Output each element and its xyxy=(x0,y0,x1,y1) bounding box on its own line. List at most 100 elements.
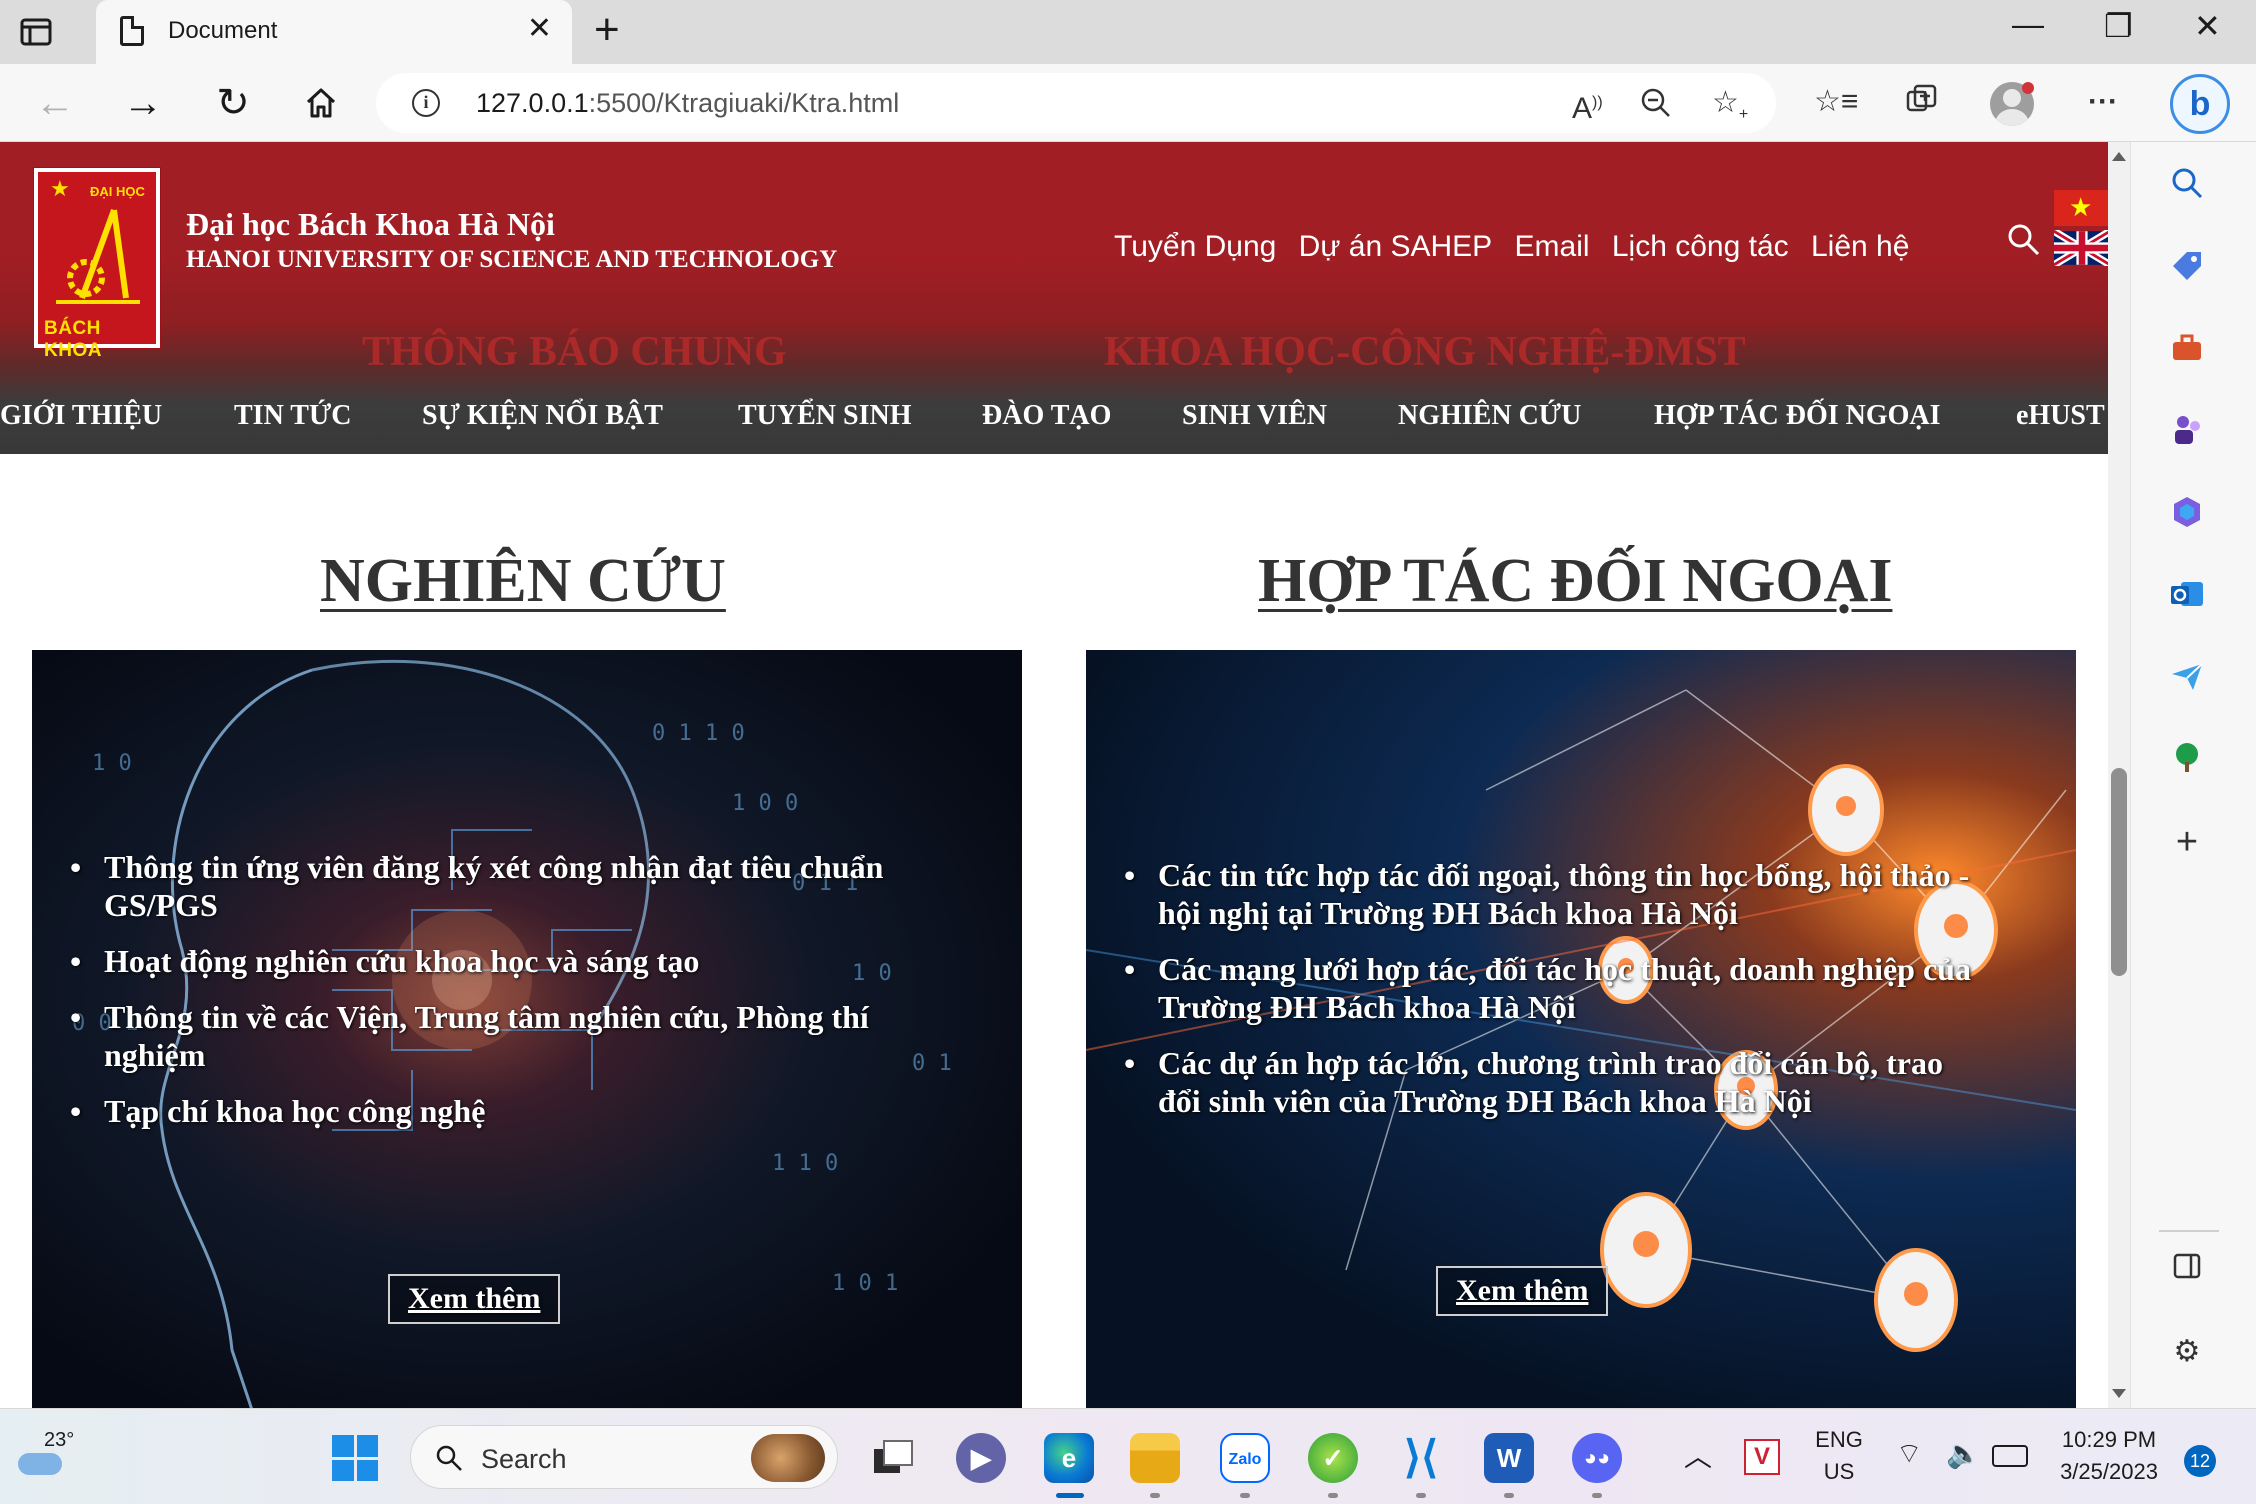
site-header: ★ ĐẠI HỌC BÁCH KHOA Đại học Bách Khoa Hà… xyxy=(0,142,2108,454)
nav-item-research[interactable]: NGHIÊN CỨU xyxy=(1398,400,1581,432)
list-item[interactable]: Các tin tức hợp tác đối ngoại, thông tin… xyxy=(1124,856,1978,932)
favorites-icon[interactable]: ☆≡ xyxy=(1814,82,1858,122)
shopping-tag-icon[interactable] xyxy=(2167,248,2207,288)
tab-actions-icon[interactable] xyxy=(18,14,82,50)
clock-date[interactable]: 3/25/2023 xyxy=(2054,1459,2164,1485)
hide-sidebar-icon[interactable] xyxy=(2167,1250,2207,1290)
nav-link-science-tech[interactable]: KHOA HỌC-CÔNG NGHỆ-ĐMST xyxy=(1104,328,1746,376)
document-icon xyxy=(120,16,144,46)
games-icon[interactable] xyxy=(2167,412,2207,452)
back-button[interactable]: ← xyxy=(30,78,80,128)
tools-icon[interactable] xyxy=(2167,330,2207,370)
app-running-indicator xyxy=(1592,1493,1602,1498)
language-code[interactable]: ENG xyxy=(1814,1427,1864,1453)
outlook-icon[interactable] xyxy=(2167,576,2207,616)
refresh-button[interactable]: ↻ xyxy=(208,78,258,128)
url-input[interactable]: i 127.0.0.1:5500/Ktragiuaki/Ktra.html A)… xyxy=(376,73,1776,133)
nav-item-events[interactable]: SỰ KIỆN NỔI BẬT xyxy=(422,400,663,432)
send-icon[interactable] xyxy=(2167,658,2207,698)
top-link-contact[interactable]: Liên hệ xyxy=(1811,230,1909,263)
add-sidebar-app-icon[interactable]: + xyxy=(2167,822,2207,862)
nav-item-ehust[interactable]: eHUST xyxy=(2016,400,2105,432)
vietnam-flag-icon[interactable]: ★ xyxy=(2054,190,2108,226)
battery-icon[interactable] xyxy=(1992,1445,2028,1467)
zoom-out-icon[interactable] xyxy=(1640,87,1672,126)
tray-overflow-icon[interactable]: ︿ xyxy=(1684,1435,1712,1475)
forward-button[interactable]: → xyxy=(118,78,168,128)
add-favorite-icon[interactable]: ☆+ xyxy=(1712,87,1748,131)
unikey-icon[interactable]: V xyxy=(1744,1439,1780,1475)
section-title-international[interactable]: HỢP TÁC ĐỐI NGOẠI xyxy=(1258,546,1892,617)
restore-button[interactable]: ❐ xyxy=(2104,10,2133,42)
nav-item-news[interactable]: TIN TỨC xyxy=(234,400,351,432)
search-icon[interactable] xyxy=(2167,166,2207,206)
address-bar: ← → ↻ i 127.0.0.1:5500/Ktragiuaki/Ktra.h… xyxy=(0,64,2256,142)
university-logo[interactable]: ★ ĐẠI HỌC BÁCH KHOA xyxy=(33,167,161,361)
minimize-button[interactable]: — xyxy=(2012,8,2044,40)
scroll-down-icon[interactable] xyxy=(2112,1389,2126,1398)
browser-tab[interactable]: Document ✕ xyxy=(96,0,572,64)
read-aloud-icon[interactable]: A)) xyxy=(1572,87,1603,125)
scrollbar-thumb[interactable] xyxy=(2111,768,2127,976)
international-more-button[interactable]: Xem thêm xyxy=(1436,1266,1609,1316)
nav-item-international[interactable]: HỢP TÁC ĐỐI NGOẠI xyxy=(1654,400,1941,432)
collections-icon[interactable] xyxy=(1904,82,1940,129)
top-link-calendar[interactable]: Lịch công tác xyxy=(1612,230,1789,263)
weather-widget[interactable]: 23° xyxy=(10,1427,74,1487)
nav-link-announcements[interactable]: THÔNG BÁO CHUNG xyxy=(362,328,787,376)
app-running-indicator xyxy=(1150,1493,1160,1498)
nav-item-students[interactable]: SINH VIÊN xyxy=(1182,400,1327,432)
microsoft-365-icon[interactable] xyxy=(2167,494,2207,534)
nav-item-about[interactable]: GIỚI THIỆU xyxy=(0,400,162,432)
list-item[interactable]: Các mạng lưới hợp tác, đối tác học thuật… xyxy=(1124,950,1978,1026)
volume-icon[interactable]: 🔈 xyxy=(1946,1437,1981,1470)
page-scrollbar[interactable] xyxy=(2108,142,2130,1408)
discord-icon[interactable]: ◕◕ xyxy=(1572,1433,1622,1483)
list-item[interactable]: Các dự án hợp tác lớn, chương trình trao… xyxy=(1124,1044,1978,1120)
research-more-button[interactable]: Xem thêm xyxy=(388,1274,561,1324)
close-window-button[interactable]: ✕ xyxy=(2194,10,2221,42)
home-button[interactable] xyxy=(296,78,346,128)
international-card: Các tin tức hợp tác đối ngoại, thông tin… xyxy=(1086,650,2076,1408)
taskbar-search-box[interactable]: Search xyxy=(410,1425,838,1489)
scroll-up-icon[interactable] xyxy=(2112,152,2126,161)
list-item[interactable]: Hoạt động nghiên cứu khoa học và sáng tạ… xyxy=(70,942,924,980)
top-links: Tuyển Dụng Dự án SAHEP Email Lịch công t… xyxy=(1114,230,1923,264)
close-tab-icon[interactable]: ✕ xyxy=(527,14,552,44)
nav-item-training[interactable]: ĐÀO TẠO xyxy=(982,400,1111,432)
taskbar-search-label: Search xyxy=(481,1444,567,1474)
site-search-icon[interactable] xyxy=(2006,222,2042,258)
new-tab-button[interactable]: + xyxy=(594,8,620,52)
vscode-icon[interactable]: ⟩⟨ xyxy=(1396,1433,1446,1483)
windows-start-icon[interactable] xyxy=(332,1435,378,1481)
list-item[interactable]: Tạp chí khoa học công nghệ xyxy=(70,1092,924,1130)
section-title-research[interactable]: NGHIÊN CỨU xyxy=(320,546,726,617)
top-link-sahep[interactable]: Dự án SAHEP xyxy=(1299,230,1493,263)
university-name-vi: Đại học Bách Khoa Hà Nội xyxy=(186,206,555,242)
word-icon[interactable]: W xyxy=(1484,1433,1534,1483)
top-link-recruitment[interactable]: Tuyển Dụng xyxy=(1114,230,1276,263)
bing-chat-icon[interactable]: b xyxy=(2170,74,2230,134)
file-explorer-icon[interactable] xyxy=(1130,1433,1180,1483)
coccoc-browser-icon[interactable]: ✓ xyxy=(1308,1433,1358,1483)
region-code[interactable]: US xyxy=(1814,1459,1864,1485)
list-item[interactable]: Thông tin ứng viên đăng ký xét công nhận… xyxy=(70,848,924,924)
tree-icon[interactable] xyxy=(2167,740,2207,780)
task-view-icon[interactable] xyxy=(868,1433,918,1483)
more-options-icon[interactable]: ··· xyxy=(2088,82,2118,122)
sidebar-divider xyxy=(2159,1230,2219,1232)
list-item[interactable]: Thông tin về các Viện, Trung tâm nghiên … xyxy=(70,998,924,1074)
info-icon[interactable]: i xyxy=(412,89,440,117)
nav-item-admissions[interactable]: TUYỂN SINH xyxy=(738,400,911,432)
clock-time[interactable]: 10:29 PM xyxy=(2054,1427,2164,1453)
teams-chat-icon[interactable]: ▶ xyxy=(956,1433,1006,1483)
notification-badge[interactable]: 12 xyxy=(2184,1445,2216,1477)
uk-flag-icon[interactable] xyxy=(2054,230,2108,266)
svg-text:0 1 1 0: 0 1 1 0 xyxy=(652,721,745,746)
top-link-email[interactable]: Email xyxy=(1515,230,1590,263)
wifi-icon[interactable]: ⌔ xyxy=(1896,1437,1922,1472)
svg-text:1 0 0: 1 0 0 xyxy=(732,791,798,816)
settings-gear-icon[interactable]: ⚙ xyxy=(2167,1332,2207,1372)
edge-browser-icon[interactable]: e xyxy=(1044,1433,1094,1483)
zalo-icon[interactable]: Zalo xyxy=(1220,1433,1270,1483)
